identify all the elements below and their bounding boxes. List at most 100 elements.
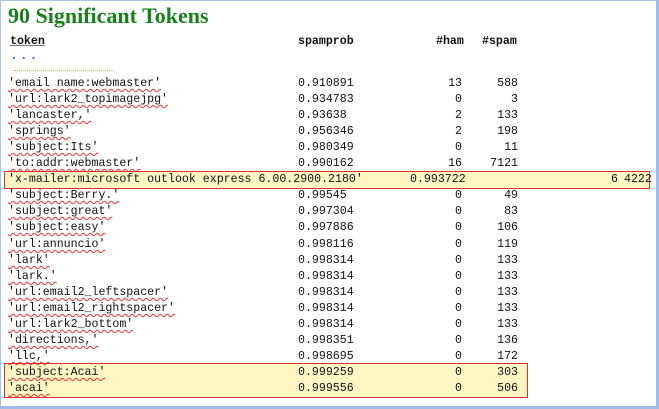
token-cell: 'lark.' xyxy=(8,270,57,283)
token-cell: 'lark' xyxy=(8,254,50,267)
token-cell: 'subject:easy' xyxy=(8,221,106,234)
spam-cell: 3 xyxy=(511,93,518,106)
header-token: token xyxy=(10,35,45,48)
token-cell: 'llc,' xyxy=(8,350,50,363)
spam-cell: 4222 xyxy=(624,173,652,186)
token-cell: 'url:lark2_topimagejpg' xyxy=(8,93,169,106)
table-row: 'url:lark2_bottom' 0.998314 0 133 xyxy=(0,317,659,333)
token-cell: 'subject:Acai' xyxy=(8,366,106,379)
ham-cell: 13 xyxy=(448,77,462,90)
token-cell: 'springs' xyxy=(8,125,71,138)
token-cell: 'lancaster,' xyxy=(8,109,92,122)
table-row: 'subject:great' 0.997304 0 83 xyxy=(0,204,659,220)
ham-cell: 0 xyxy=(455,141,462,154)
spamprob-cell: 0.998351 xyxy=(298,334,354,347)
table-row: 'subject:Berry.' 0.99545 0 49 xyxy=(0,188,659,204)
spam-cell: 588 xyxy=(497,77,518,90)
token-cell: 'x-mailer:microsoft outlook express 6.00… xyxy=(8,173,363,186)
table-row: 'springs' 0.956346 2 198 xyxy=(0,124,659,140)
spamprob-cell: 0.956346 xyxy=(298,125,354,138)
table-row: 'to:addr:webmaster' 0.990162 16 7121 xyxy=(0,156,659,172)
token-cell: 'subject:Its' xyxy=(8,141,99,154)
spam-cell: 133 xyxy=(497,270,518,283)
ham-cell: 0 xyxy=(455,238,462,251)
spam-cell: 133 xyxy=(497,286,518,299)
ham-cell: 0 xyxy=(455,93,462,106)
table-row: 'email name:webmaster' 0.910891 13 588 xyxy=(0,76,659,92)
spam-cell: 198 xyxy=(497,125,518,138)
ellipsis-more: ... xyxy=(10,48,40,63)
header-spam: #spam xyxy=(482,35,517,48)
spam-cell: 83 xyxy=(504,205,518,218)
header-ham: #ham xyxy=(436,35,464,48)
spamprob-cell: 0.997304 xyxy=(298,205,354,218)
table-row: 'lark.' 0.998314 0 133 xyxy=(0,269,659,285)
spamprob-cell: 0.998314 xyxy=(298,318,354,331)
token-cell: 'email name:webmaster' xyxy=(8,77,162,90)
ham-cell: 0 xyxy=(455,302,462,315)
ham-cell: 0 xyxy=(455,189,462,202)
ham-cell: 0 xyxy=(455,350,462,363)
table-row: 'llc,' 0.998695 0 172 xyxy=(0,349,659,365)
token-cell: 'to:addr:webmaster' xyxy=(8,157,141,170)
token-cell: 'subject:great' xyxy=(8,205,113,218)
token-cell: 'subject:Berry.' xyxy=(8,189,120,202)
table-row: 'lancaster,' 0.93638 2 133 xyxy=(0,108,659,124)
spam-cell: 133 xyxy=(497,302,518,315)
spam-cell: 106 xyxy=(497,221,518,234)
spam-cell: 136 xyxy=(497,334,518,347)
table-row: 'url:lark2_topimagejpg' 0.934783 0 3 xyxy=(0,92,659,108)
spamprob-cell: 0.910891 xyxy=(298,77,354,90)
spamprob-cell: 0.998314 xyxy=(298,254,354,267)
token-cell: 'directions,' xyxy=(8,334,99,347)
spamprob-cell: 0.999556 xyxy=(298,382,354,395)
spamprob-cell: 0.998314 xyxy=(298,286,354,299)
spamprob-cell: 0.997886 xyxy=(298,221,354,234)
spamprob-cell: 0.993722 xyxy=(410,173,466,186)
ham-cell: 0 xyxy=(455,318,462,331)
spam-cell: 172 xyxy=(497,350,518,363)
table-row: 'x-mailer:microsoft outlook express 6.00… xyxy=(0,172,659,188)
spam-cell: 7121 xyxy=(490,157,518,170)
page-title: 90 Significant Tokens xyxy=(8,3,209,28)
table-row: 'url:annuncio' 0.998116 0 119 xyxy=(0,237,659,253)
spam-cell: 506 xyxy=(497,382,518,395)
token-cell: 'url:email2_leftspacer' xyxy=(8,286,169,299)
dotted-divider xyxy=(14,70,114,71)
spamprob-cell: 0.934783 xyxy=(298,93,354,106)
table-row: 'directions,' 0.998351 0 136 xyxy=(0,333,659,349)
spam-cell: 303 xyxy=(497,366,518,379)
table-row: 'acai' 0.999556 0 506 xyxy=(0,381,659,397)
table-row: 'subject:Its' 0.980349 0 11 xyxy=(0,140,659,156)
ham-cell: 2 xyxy=(455,125,462,138)
table-row: 'url:email2_leftspacer' 0.998314 0 133 xyxy=(0,285,659,301)
token-cell: 'url:annuncio' xyxy=(8,238,106,251)
ham-cell: 0 xyxy=(455,270,462,283)
spam-cell: 49 xyxy=(504,189,518,202)
spamprob-cell: 0.998116 xyxy=(298,238,354,251)
token-cell: 'acai' xyxy=(8,382,50,395)
table-row: 'subject:easy' 0.997886 0 106 xyxy=(0,220,659,236)
spamprob-cell: 0.980349 xyxy=(298,141,354,154)
header-spamprob: spamprob xyxy=(298,35,354,48)
spamprob-cell: 0.93638 xyxy=(298,109,347,122)
table-row: 'lark' 0.998314 0 133 xyxy=(0,253,659,269)
token-cell: 'url:lark2_bottom' xyxy=(8,318,134,331)
table-row: 'url:email2_rightspacer' 0.998314 0 133 xyxy=(0,301,659,317)
spam-cell: 133 xyxy=(497,254,518,267)
ham-cell: 6 xyxy=(611,173,618,186)
spamprob-cell: 0.998314 xyxy=(298,302,354,315)
spamprob-cell: 0.999259 xyxy=(298,366,354,379)
spam-cell: 11 xyxy=(504,141,518,154)
spam-cell: 133 xyxy=(497,109,518,122)
table-row: 'subject:Acai' 0.999259 0 303 xyxy=(0,365,659,381)
spamprob-cell: 0.998695 xyxy=(298,350,354,363)
ham-cell: 2 xyxy=(455,109,462,122)
spamprob-cell: 0.99545 xyxy=(298,189,347,202)
ham-cell: 16 xyxy=(448,157,462,170)
ham-cell: 0 xyxy=(455,366,462,379)
ham-cell: 0 xyxy=(455,205,462,218)
ham-cell: 0 xyxy=(455,286,462,299)
spamprob-cell: 0.998314 xyxy=(298,270,354,283)
ham-cell: 0 xyxy=(455,221,462,234)
